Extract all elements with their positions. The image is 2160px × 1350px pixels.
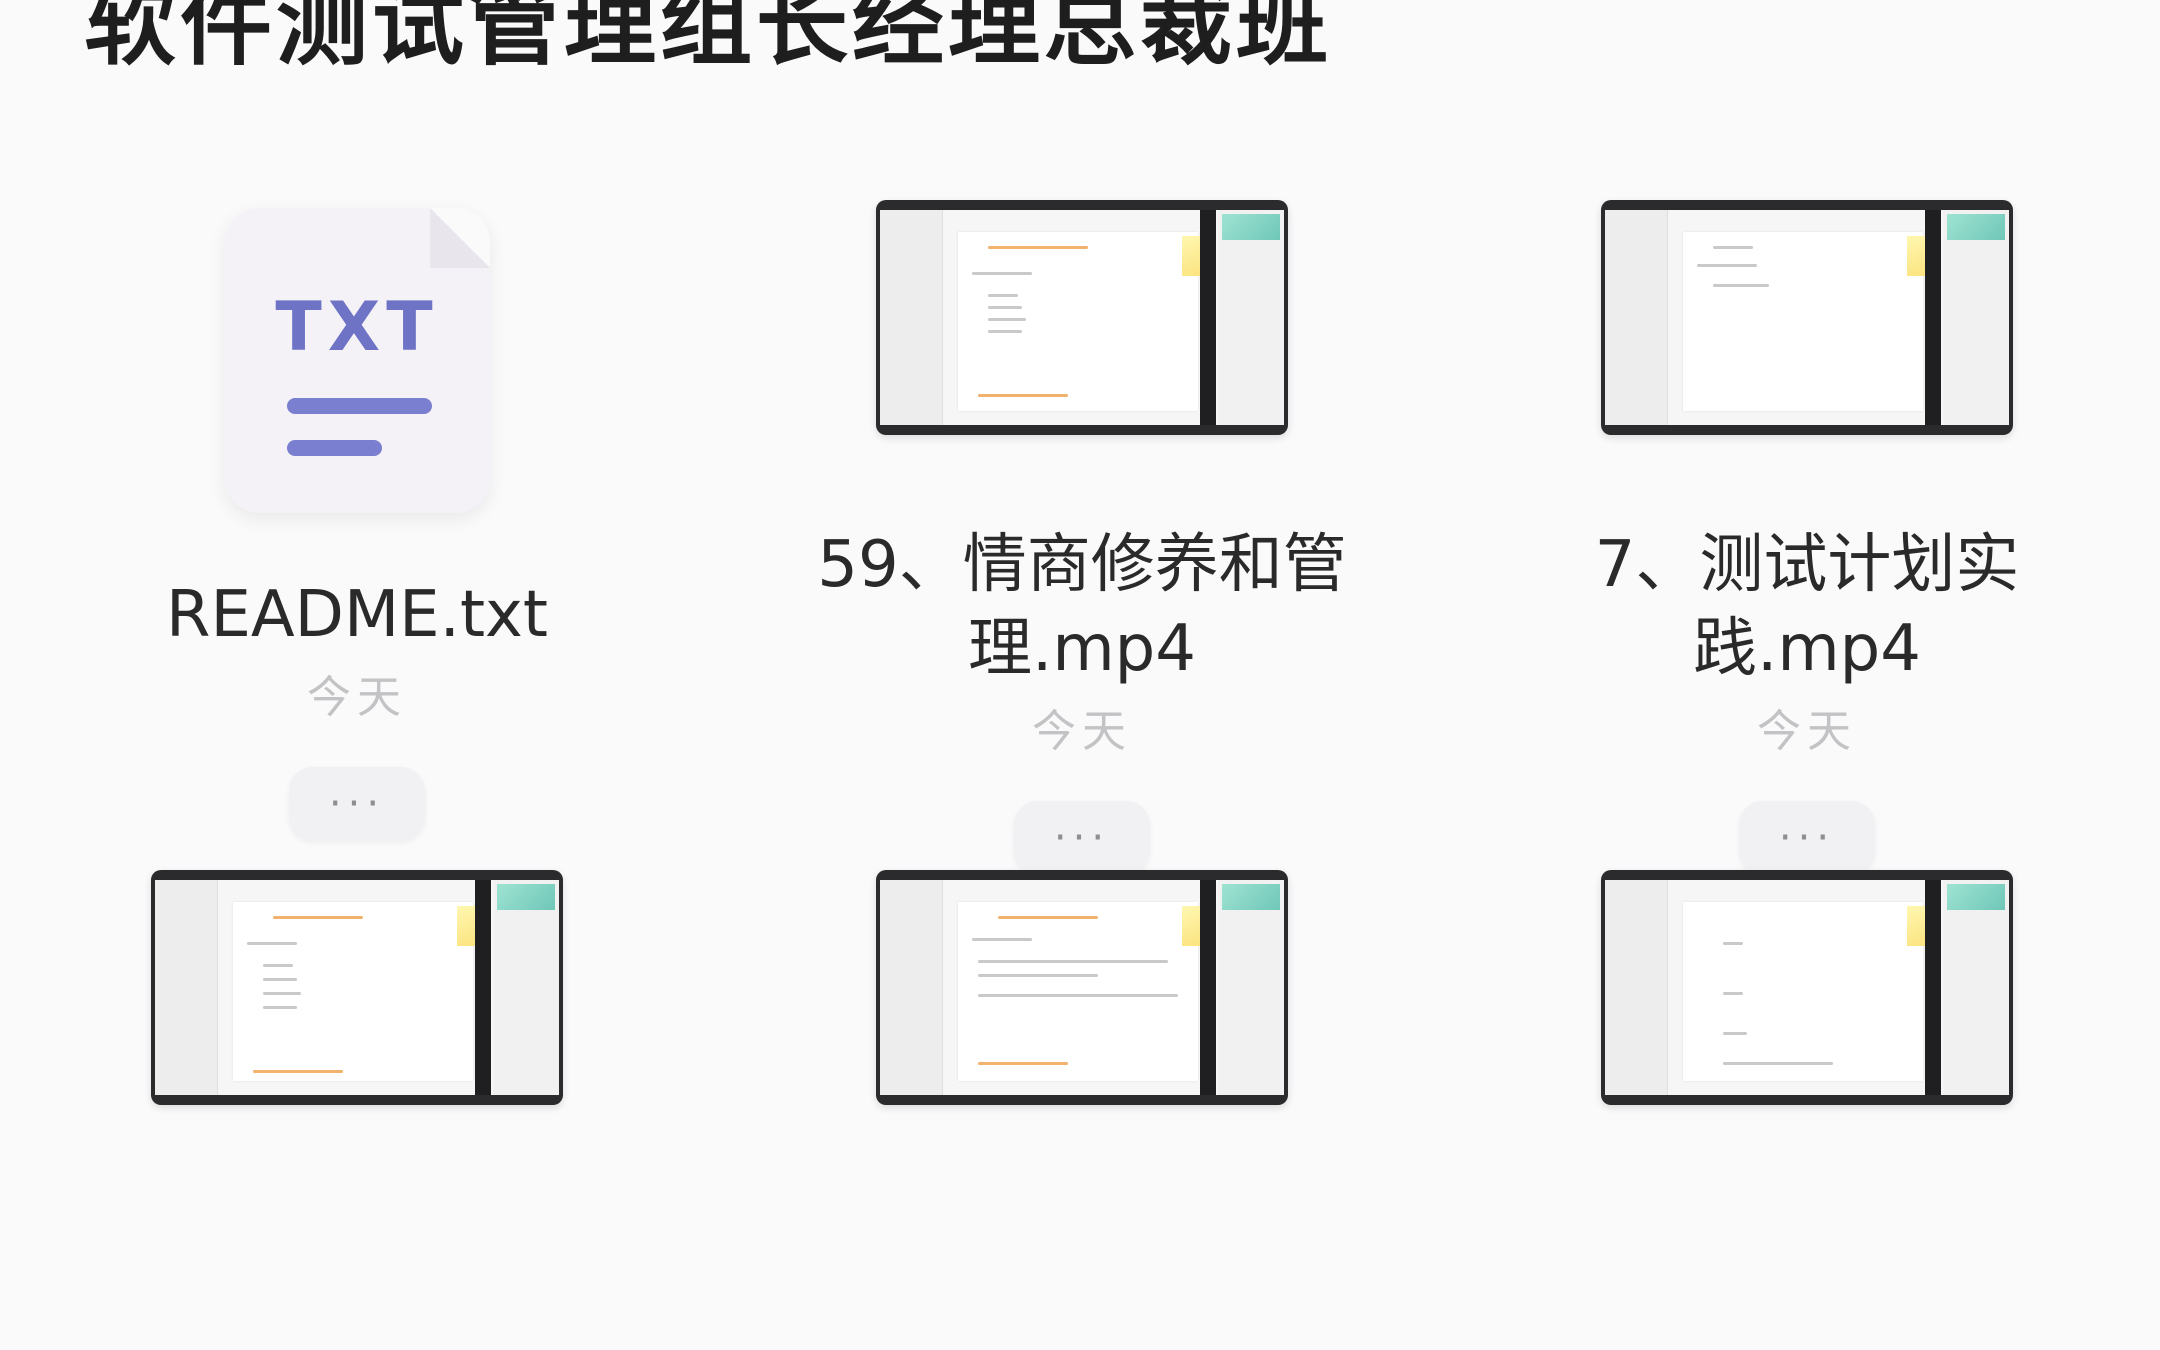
thumbnail-line bbox=[988, 306, 1022, 309]
thumbnail-sidebar bbox=[880, 880, 943, 1095]
file-item-readme[interactable]: TXT README.txt 今天 ··· bbox=[47, 0, 667, 841]
txt-icon-line bbox=[286, 440, 382, 456]
thumbnail-document bbox=[1683, 232, 1923, 411]
thumbnail-divider bbox=[1925, 880, 1941, 1095]
more-options-button[interactable]: ··· bbox=[289, 767, 425, 841]
file-item-video[interactable]: 59、情商修养和管理.mp4 今天 ··· bbox=[772, 0, 1392, 875]
file-item-video[interactable] bbox=[47, 870, 667, 1105]
thumbnail-line bbox=[988, 318, 1026, 321]
thumbnail-line bbox=[1713, 246, 1753, 249]
thumbnail-panel bbox=[1218, 210, 1284, 425]
thumbnail-divider bbox=[1200, 210, 1216, 425]
thumbnail-sidebar bbox=[880, 210, 943, 425]
thumbnail-sidebar bbox=[1605, 880, 1668, 1095]
txt-icon-line bbox=[286, 398, 432, 414]
video-thumbnail[interactable] bbox=[876, 200, 1288, 435]
file-date: 今天 bbox=[1032, 706, 1132, 757]
thumbnail-line bbox=[978, 960, 1168, 963]
thumbnail-line bbox=[253, 1070, 343, 1073]
more-options-button[interactable]: ··· bbox=[1739, 801, 1875, 875]
thumbnail-sidebar bbox=[155, 880, 218, 1095]
thumbnail-divider bbox=[1925, 210, 1941, 425]
thumbnail-panel bbox=[1218, 880, 1284, 1095]
thumbnail-divider bbox=[475, 880, 491, 1095]
thumbnail-line bbox=[1723, 992, 1743, 995]
video-thumbnail[interactable] bbox=[1601, 870, 2013, 1105]
thumbnail-line bbox=[1713, 284, 1769, 287]
thumbnail-line bbox=[1723, 1062, 1833, 1065]
thumbnail-screen bbox=[1605, 210, 2009, 425]
thumbnail-document bbox=[958, 232, 1198, 411]
thumbnail-document bbox=[233, 902, 473, 1081]
thumbnail-document bbox=[1683, 902, 1923, 1081]
thumbnail-line bbox=[978, 394, 1068, 397]
file-item-video[interactable] bbox=[1497, 870, 2117, 1105]
thumbnail-line bbox=[988, 330, 1022, 333]
more-options-button[interactable]: ··· bbox=[1014, 801, 1150, 875]
thumbnail-screen bbox=[1605, 880, 2009, 1095]
thumbnail-sidebar bbox=[1605, 210, 1668, 425]
thumbnail-line bbox=[998, 916, 1098, 919]
thumbnail-panel bbox=[1943, 210, 2009, 425]
thumbnail-line bbox=[247, 942, 297, 945]
thumbnail-line bbox=[978, 974, 1098, 977]
video-thumbnail[interactable] bbox=[151, 870, 563, 1105]
file-browser-page: 软件测试管理组长经理总裁班 TXT README.txt 今天 ··· 59、情… bbox=[0, 0, 2160, 1350]
file-date: 今天 bbox=[307, 672, 407, 723]
thumbnail-screen bbox=[880, 210, 1284, 425]
txt-file-icon: TXT bbox=[224, 208, 490, 513]
thumbnail-line bbox=[988, 294, 1018, 297]
file-name[interactable]: 7、测试计划实践.mp4 bbox=[1527, 523, 2087, 691]
thumbnail-line bbox=[1697, 264, 1757, 267]
thumbnail-screen bbox=[155, 880, 559, 1095]
thumbnail-divider bbox=[1200, 880, 1216, 1095]
file-grid: TXT README.txt 今天 ··· 59、情商修养和管理.mp4 今天 … bbox=[0, 0, 2160, 1350]
file-name[interactable]: README.txt bbox=[77, 573, 637, 657]
thumbnail-line bbox=[972, 272, 1032, 275]
thumbnail-line bbox=[1723, 942, 1743, 945]
thumbnail-document bbox=[958, 902, 1198, 1081]
thumbnail-line bbox=[988, 246, 1088, 249]
thumbnail-line bbox=[1723, 1032, 1747, 1035]
file-item-video[interactable]: 7、测试计划实践.mp4 今天 ··· bbox=[1497, 0, 2117, 875]
video-thumbnail[interactable] bbox=[1601, 200, 2013, 435]
file-name[interactable]: 59、情商修养和管理.mp4 bbox=[802, 523, 1362, 691]
file-date: 今天 bbox=[1757, 706, 1857, 757]
thumbnail-line bbox=[263, 978, 297, 981]
txt-icon-label: TXT bbox=[275, 288, 439, 367]
thumbnail-screen bbox=[880, 880, 1284, 1095]
thumbnail-line bbox=[263, 1006, 297, 1009]
thumbnail-panel bbox=[493, 880, 559, 1095]
thumbnail-line bbox=[978, 994, 1178, 997]
thumbnail-line bbox=[263, 992, 301, 995]
thumbnail-line bbox=[978, 1062, 1068, 1065]
video-thumbnail[interactable] bbox=[876, 870, 1288, 1105]
file-item-video[interactable] bbox=[772, 870, 1392, 1105]
thumbnail-line bbox=[263, 964, 293, 967]
thumbnail-line bbox=[972, 938, 1032, 941]
thumbnail-panel bbox=[1943, 880, 2009, 1095]
thumbnail-line bbox=[273, 916, 363, 919]
